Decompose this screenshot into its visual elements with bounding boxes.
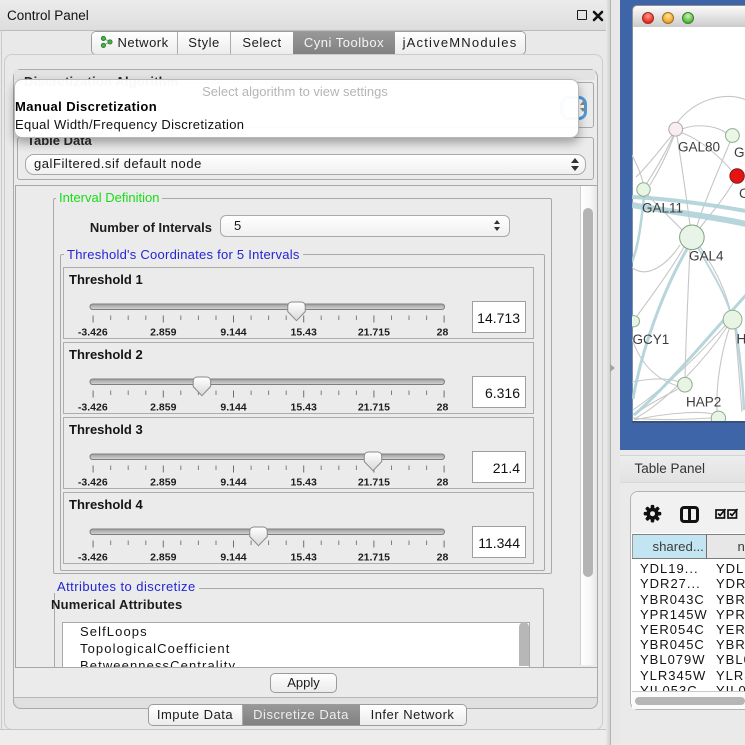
svg-text:2.859: 2.859 xyxy=(150,476,176,488)
svg-text:21.715: 21.715 xyxy=(358,326,390,338)
svg-text:9.144: 9.144 xyxy=(220,401,246,413)
svg-text:HAP2: HAP2 xyxy=(686,395,721,410)
svg-text:28: 28 xyxy=(437,326,449,338)
svg-text:2.859: 2.859 xyxy=(150,326,176,338)
svg-text:GAL4: GAL4 xyxy=(689,249,724,264)
svg-text:GCY1: GCY1 xyxy=(632,332,669,347)
svg-text:-3.426: -3.426 xyxy=(78,551,108,563)
svg-text:15.43: 15.43 xyxy=(291,401,317,413)
svg-text:C: C xyxy=(739,186,745,201)
svg-text:21.715: 21.715 xyxy=(358,551,390,563)
svg-text:GAL80: GAL80 xyxy=(678,140,720,155)
svg-text:21.715: 21.715 xyxy=(358,476,390,488)
svg-text:15.43: 15.43 xyxy=(291,326,317,338)
svg-text:H: H xyxy=(736,332,745,347)
svg-text:-3.426: -3.426 xyxy=(78,476,108,488)
svg-text:9.144: 9.144 xyxy=(220,326,246,338)
svg-text:21.715: 21.715 xyxy=(358,401,390,413)
svg-text:15.43: 15.43 xyxy=(291,476,317,488)
svg-text:28: 28 xyxy=(437,551,449,563)
svg-text:2.859: 2.859 xyxy=(150,551,176,563)
svg-text:2.859: 2.859 xyxy=(150,401,176,413)
svg-text:9.144: 9.144 xyxy=(220,551,246,563)
svg-text:15.43: 15.43 xyxy=(291,551,317,563)
svg-text:-3.426: -3.426 xyxy=(78,401,108,413)
svg-text:GAL11: GAL11 xyxy=(642,201,683,216)
svg-text:G...: G... xyxy=(734,145,745,160)
svg-text:-3.426: -3.426 xyxy=(78,326,108,338)
svg-text:28: 28 xyxy=(437,476,449,488)
svg-text:28: 28 xyxy=(437,401,449,413)
svg-text:9.144: 9.144 xyxy=(220,476,246,488)
